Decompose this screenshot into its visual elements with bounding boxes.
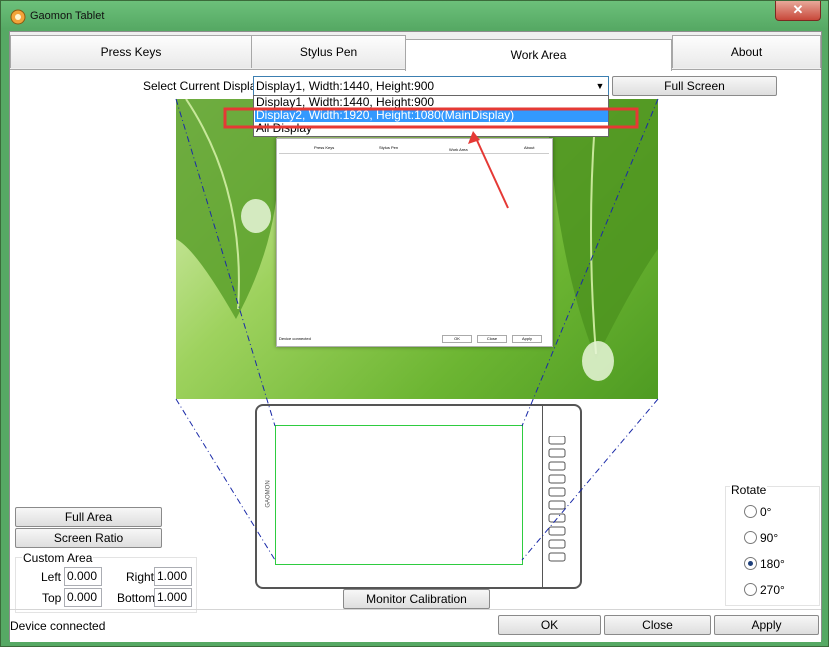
ok-button[interactable]: OK: [498, 615, 601, 635]
bottom-label: Bottom: [117, 591, 156, 605]
preview-status: Device connected: [279, 336, 311, 341]
top-label: Top: [42, 591, 62, 605]
display-option-all[interactable]: All Display: [255, 122, 608, 135]
tab-press-keys[interactable]: Press Keys: [10, 35, 252, 68]
left-input[interactable]: 0.000: [64, 567, 102, 586]
preview-tab-strip: Press Keys Stylus Pen Work Area About: [279, 143, 549, 154]
tablet-divider: [542, 406, 543, 587]
rotate-270-label: 270°: [760, 583, 785, 597]
preview-apply-button: Apply: [512, 335, 542, 343]
preview-tab-label: Stylus Pen: [379, 145, 399, 150]
rotate-title: Rotate: [730, 483, 768, 497]
tablet-brand-text: GAOMON: [265, 480, 272, 508]
rotate-270-radio[interactable]: [744, 583, 757, 596]
work-area-panel: Select Current Display Display1, Width:1…: [10, 69, 821, 642]
rotate-90-label: 90°: [760, 531, 779, 545]
tablet-express-keys: [548, 436, 566, 562]
rotate-90-radio[interactable]: [744, 531, 757, 544]
screen-ratio-button[interactable]: Screen Ratio: [15, 528, 162, 548]
bottom-input[interactable]: 1.000: [154, 588, 192, 607]
right-input[interactable]: 1.000: [154, 567, 192, 586]
title-bar[interactable]: Gaomon Tablet ✕: [1, 1, 828, 31]
display-preview: Press Keys Stylus Pen Work Area About De…: [176, 99, 658, 399]
preview-window: Press Keys Stylus Pen Work Area About De…: [276, 138, 553, 347]
rotate-180-radio[interactable]: [744, 557, 757, 570]
tab-work-area[interactable]: Work Area: [405, 39, 672, 71]
chevron-down-icon[interactable]: ▼: [592, 77, 608, 95]
window-title: Gaomon Tablet: [30, 10, 105, 22]
right-label: Right: [126, 570, 155, 584]
display-select[interactable]: Display1, Width:1440, Height:900 ▼: [253, 76, 609, 96]
top-input[interactable]: 0.000: [64, 588, 102, 607]
tablet-device: GAOMON: [255, 404, 582, 589]
tab-stylus-pen[interactable]: Stylus Pen: [251, 35, 406, 68]
status-text: Device connected: [10, 619, 106, 633]
rotate-180-label: 180°: [760, 557, 785, 571]
tab-about[interactable]: About: [672, 35, 821, 68]
close-button[interactable]: Close: [604, 615, 711, 635]
preview-close-button: Close: [477, 335, 507, 343]
tab-strip: Press Keys Stylus Pen Work Area About: [10, 32, 821, 71]
full-screen-button[interactable]: Full Screen: [612, 76, 777, 96]
rotate-0-label: 0°: [760, 505, 772, 519]
window-close-button[interactable]: ✕: [775, 1, 821, 21]
preview-tab-label: Press Keys: [314, 145, 335, 150]
left-label: Left: [41, 570, 62, 584]
select-display-label: Select Current Display: [143, 79, 263, 93]
rotate-0-radio[interactable]: [744, 505, 757, 518]
client-area: Press Keys Stylus Pen Work Area About Se…: [9, 31, 822, 642]
monitor-calibration-button[interactable]: Monitor Calibration: [343, 589, 490, 609]
full-area-button[interactable]: Full Area: [15, 507, 162, 527]
preview-tab-label: Work Area: [449, 147, 468, 152]
custom-area-title: Custom Area: [22, 551, 94, 565]
app-window: Gaomon Tablet ✕ Press Keys Stylus Pen Wo…: [0, 0, 829, 647]
apply-button[interactable]: Apply: [714, 615, 819, 635]
preview-ok-button: OK: [442, 335, 472, 343]
tablet-active-area[interactable]: [275, 425, 523, 565]
display-select-value: Display1, Width:1440, Height:900: [256, 79, 435, 93]
display-dropdown-list: Display1, Width:1440, Height:900 Display…: [253, 95, 609, 137]
preview-tab-label: About: [524, 145, 535, 150]
status-divider: [10, 609, 821, 610]
app-logo-icon: [10, 9, 26, 25]
